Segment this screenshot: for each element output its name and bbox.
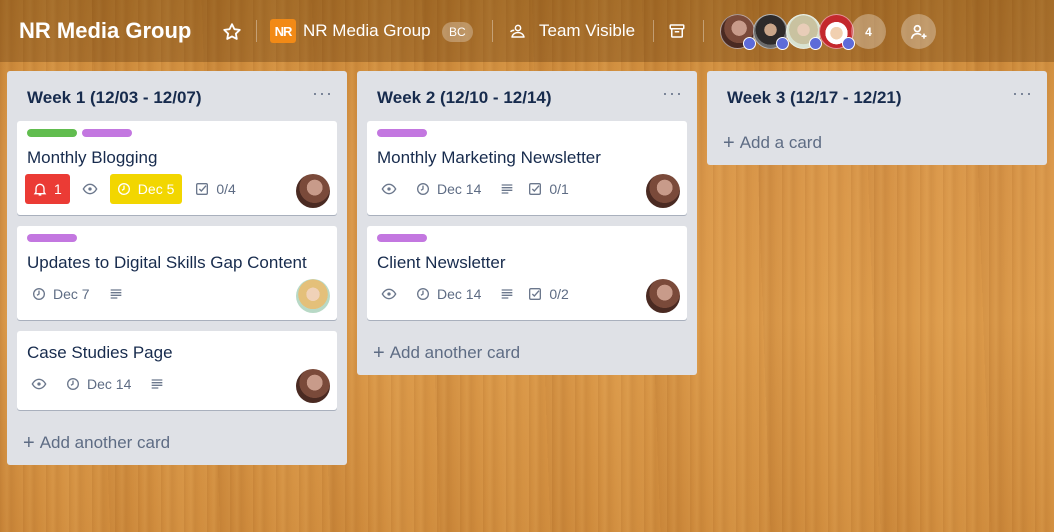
member-avatar[interactable] (786, 14, 822, 50)
due-date-badge: Dec 14 (65, 369, 131, 399)
eye-icon (381, 288, 397, 300)
description-badge (149, 369, 165, 399)
card-member-avatar[interactable] (296, 369, 330, 403)
watching-badge (82, 174, 98, 204)
card-member-avatar[interactable] (296, 279, 330, 313)
description-icon (502, 184, 513, 194)
team-badge: BC (442, 22, 473, 42)
notification-badge: 1 (25, 174, 70, 204)
plus-icon: + (723, 132, 735, 154)
card-monthly-marketing-newsletter[interactable]: Monthly Marketing Newsletter Dec 14 0/1 (367, 121, 687, 215)
card-member-avatar[interactable] (646, 174, 680, 208)
list-week-2: Week 2 (12/10 - 12/14) ··· Monthly Marke… (357, 71, 697, 375)
card-title: Case Studies Page (27, 343, 173, 362)
list-title[interactable]: Week 2 (12/10 - 12/14) (377, 88, 552, 108)
board-header: NR Media Group NR NR Media Group BC Team… (0, 0, 1054, 62)
description-icon (502, 289, 513, 299)
card-member-avatar[interactable] (296, 174, 330, 208)
header-divider (703, 20, 704, 42)
header-divider (653, 20, 654, 42)
member-avatar[interactable] (720, 14, 756, 50)
add-member-button[interactable] (901, 14, 936, 49)
card-client-newsletter[interactable]: Client Newsletter Dec 14 0/2 (367, 226, 687, 320)
list-title[interactable]: Week 3 (12/17 - 12/21) (727, 88, 902, 108)
checklist-icon (529, 183, 542, 195)
eye-icon (381, 183, 397, 195)
watching-badge (381, 279, 397, 309)
due-date-badge: Dec 7 (31, 279, 90, 309)
team-visible-button[interactable]: Team Visible (539, 21, 635, 41)
description-icon (110, 289, 121, 299)
clock-icon (117, 183, 130, 195)
star-icon[interactable] (221, 21, 243, 43)
member-count-badge[interactable]: 4 (851, 14, 886, 49)
card-labels (377, 234, 427, 242)
checklist-badge: 0/1 (527, 174, 569, 204)
list-menu-icon[interactable]: ··· (1012, 84, 1033, 102)
card-title: Monthly Marketing Newsletter (377, 148, 601, 167)
header-divider (256, 20, 257, 42)
card-badges: Dec 14 0/2 (375, 279, 581, 309)
due-date-badge: Dec 14 (415, 174, 481, 204)
description-badge (499, 279, 515, 309)
add-member-icon (910, 24, 926, 39)
list-week-1: Week 1 (12/03 - 12/07) ··· Monthly Blogg… (7, 71, 347, 465)
card-monthly-blogging[interactable]: Monthly Blogging 1 Dec 5 0/4 (17, 121, 337, 215)
bell-icon (33, 183, 47, 196)
checklist-icon (196, 183, 209, 195)
card-badges: 1 Dec 5 0/4 (25, 174, 248, 204)
list-title[interactable]: Week 1 (12/03 - 12/07) (27, 88, 202, 108)
clock-icon (67, 378, 79, 390)
archive-icon[interactable] (668, 22, 686, 40)
clock-icon (417, 183, 429, 195)
card-title: Monthly Blogging (27, 148, 158, 167)
label-purple (82, 129, 132, 137)
card-badges: Dec 14 0/1 (375, 174, 581, 204)
card-badges: Dec 7 (25, 279, 136, 309)
list-menu-icon[interactable]: ··· (312, 84, 333, 102)
watching-badge (381, 174, 397, 204)
member-avatar[interactable] (753, 14, 789, 50)
checklist-badge: 0/2 (527, 279, 569, 309)
description-badge (108, 279, 124, 309)
add-card-button[interactable]: + Add a card (723, 133, 822, 153)
team-logo[interactable]: NR (270, 19, 296, 43)
card-labels (377, 129, 427, 137)
card-member-avatar[interactable] (646, 279, 680, 313)
header-divider (492, 20, 493, 42)
card-title: Updates to Digital Skills Gap Content (27, 253, 307, 272)
card-badges: Dec 14 (25, 369, 177, 399)
card-case-studies[interactable]: Case Studies Page Dec 14 (17, 331, 337, 410)
team-name[interactable]: NR Media Group (303, 21, 431, 41)
card-labels (27, 129, 132, 137)
eye-icon (82, 183, 98, 195)
due-date-badge: Dec 14 (415, 279, 481, 309)
card-labels (27, 234, 77, 242)
card-digital-skills-gap[interactable]: Updates to Digital Skills Gap Content De… (17, 226, 337, 320)
board-title[interactable]: NR Media Group (19, 18, 191, 44)
label-purple (377, 234, 427, 242)
team-visible-icon[interactable] (509, 22, 527, 40)
add-card-button[interactable]: + Add another card (373, 343, 520, 363)
add-card-button[interactable]: + Add another card (23, 433, 170, 453)
eye-icon (31, 378, 47, 390)
due-date-badge: Dec 5 (109, 174, 183, 204)
member-avatar[interactable] (819, 14, 855, 50)
clock-icon (417, 288, 429, 300)
plus-icon: + (23, 432, 35, 454)
card-title: Client Newsletter (377, 253, 506, 272)
description-icon (152, 379, 163, 389)
label-purple (377, 129, 427, 137)
checklist-icon (529, 288, 542, 300)
plus-icon: + (373, 342, 385, 364)
list-menu-icon[interactable]: ··· (662, 84, 683, 102)
label-purple (27, 234, 77, 242)
label-green (27, 129, 77, 137)
clock-icon (33, 288, 45, 300)
checklist-badge: 0/4 (194, 174, 236, 204)
watching-badge (31, 369, 47, 399)
description-badge (499, 174, 515, 204)
list-week-3: Week 3 (12/17 - 12/21) ··· + Add a card (707, 71, 1047, 165)
